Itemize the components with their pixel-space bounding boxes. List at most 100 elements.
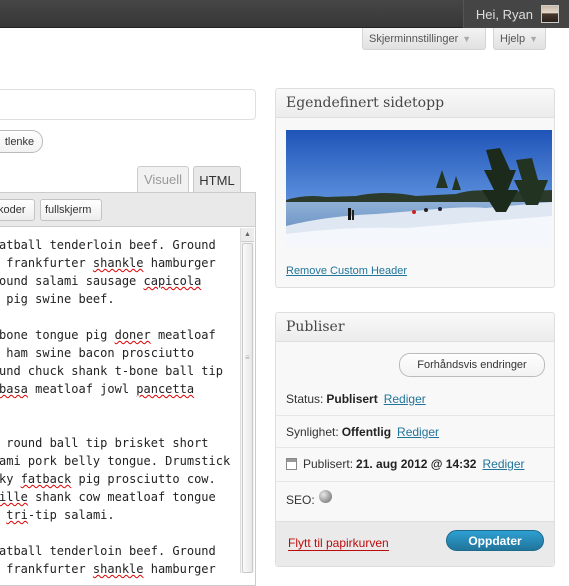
editor-text-segment: pig swine beef. (0, 292, 115, 306)
header-image-winter-lake (286, 130, 552, 247)
post-title-input[interactable] (0, 89, 256, 120)
move-to-trash-link[interactable]: Flytt til papirkurven (288, 536, 389, 551)
tab-visual[interactable]: Visuell (137, 166, 189, 192)
visibility-label: Synlighet: (286, 424, 339, 439)
editor-line: atball tenderloin beef. Ground (0, 236, 237, 254)
chevron-down-icon: ▼ (529, 33, 538, 44)
custom-header-title: Egendefinert sidetopp (276, 89, 554, 118)
calendar-icon (286, 457, 297, 470)
editor-line: bone tongue pig doner meatloaf (0, 326, 237, 344)
published-label: Publisert: (303, 456, 354, 471)
seo-status-dot-icon (318, 490, 332, 503)
editor-text-segment: und chuck shank t-bone ball tip (0, 364, 223, 378)
content-textarea[interactable]: atball tenderloin beef. Ground frankfurt… (0, 226, 256, 586)
misspelled-word: capicola (143, 274, 202, 288)
misspelled-word: pancetta (136, 382, 195, 396)
quicktags-toolbar: koder fullskjerm (0, 192, 256, 226)
editor-line: round ball tip brisket short (0, 434, 237, 452)
scroll-up-arrow-icon[interactable]: ▲ (241, 228, 254, 242)
update-button[interactable]: Oppdater (446, 530, 544, 551)
editor-line: und chuck shank t-bone ball tip (0, 362, 237, 380)
greeting: Hei, Ryan (475, 6, 533, 22)
publish-actions: Flytt til papirkurven Oppdater (276, 521, 554, 566)
screen-options-label: Skjerminnstillinger (369, 32, 459, 45)
grip-icon: ≡ (245, 353, 250, 362)
header-image (286, 130, 552, 247)
avatar (541, 5, 559, 23)
preview-changes-label: Forhåndsvis endringer (417, 359, 527, 371)
editor-line: frankfurter shankle hamburger (0, 254, 237, 272)
published-date-row: Publisert: 21. aug 2012 @ 14:32 Rediger (276, 447, 554, 479)
my-account-menu[interactable]: Hei, Ryan (462, 0, 569, 28)
visibility-value: Offentlig (341, 424, 392, 439)
status-value: Publisert (326, 392, 378, 406)
custom-header-box: Egendefinert sidetopp Remove Custom Head… (275, 88, 555, 288)
editor-text-segment: ky (0, 472, 21, 486)
editor-line: ham swine bacon prosciutto (0, 344, 237, 362)
status-label: Status: (286, 392, 324, 406)
editor-text-segment: hamburger (143, 256, 216, 270)
editor-line: atball tenderloin beef. Ground (0, 542, 237, 560)
editor-text-segment: meatloaf jowl (27, 382, 137, 396)
editor-line: ky fatback pig prosciutto cow. (0, 470, 237, 488)
editor-line: ille shank cow meatloaf tongue (0, 488, 237, 506)
editor-line: pig swine beef. (0, 290, 237, 308)
edit-visibility-link[interactable]: Rediger (397, 425, 439, 439)
publish-box: Publiser Forhåndsvis endringer Status: P… (275, 312, 555, 567)
scroll-thumb[interactable]: ≡ (242, 243, 253, 573)
insert-link-label: tlenke (4, 135, 35, 148)
editor-text-segment: round ball tip brisket short (0, 436, 209, 450)
editor-text-segment: pig prosciutto cow. (71, 472, 216, 486)
misspelled-word: tri (6, 508, 28, 522)
editor-text-segment: shank cow meatloaf tongue (27, 490, 216, 504)
seo-row: SEO: (276, 481, 554, 517)
edit-status-link[interactable]: Rediger (384, 392, 426, 406)
tab-visual-label: Visuell (143, 172, 183, 187)
remove-header-link[interactable]: Remove Custom Header (286, 265, 407, 277)
misspelled-word: doner (114, 328, 151, 342)
editor-line: frankfurter shankle hamburger (0, 560, 237, 578)
editor-text-segment: -tip salami. (27, 508, 115, 522)
editor-text-segment: frankfurter (0, 562, 93, 576)
chevron-down-icon: ▼ (462, 33, 472, 44)
editor-line: ound salami sausage capicola (0, 272, 237, 290)
remove-header-link-label: Remove Custom Header (286, 265, 408, 277)
editor-text-segment: ami pork belly tongue. Drumstick (0, 454, 231, 468)
editor-text-segment: ound salami sausage (0, 274, 144, 288)
help-label: Hjelp (500, 32, 526, 45)
code-button[interactable]: koder (0, 199, 35, 221)
insert-link-button[interactable]: tlenke (0, 130, 43, 153)
editor-text-segment: bone tongue pig (0, 328, 115, 342)
editor-text-segment: hamburger (143, 562, 216, 576)
editor-text-segment: atball tenderloin beef. Ground (0, 544, 216, 558)
fullscreen-button[interactable]: fullskjerm (40, 199, 102, 221)
tab-html[interactable]: HTML (193, 166, 241, 193)
visibility-row: Synlighet: Offentlig Rediger (276, 415, 554, 447)
editor-line: ami pork belly tongue. Drumstick (0, 452, 237, 470)
help-tab[interactable]: Hjelp ▼ (493, 28, 546, 50)
editor-text-segment: atball tenderloin beef. Ground (0, 238, 216, 252)
misspelled-word: basa (0, 382, 28, 396)
publish-title: Publiser (276, 313, 554, 342)
code-button-label: koder (0, 204, 26, 216)
screen-options-tab[interactable]: Skjerminnstillinger ▼ (362, 28, 486, 50)
misspelled-word: ille (0, 490, 28, 504)
tab-html-label: HTML (199, 172, 235, 188)
editor-text: atball tenderloin beef. Ground frankfurt… (0, 236, 237, 578)
editor-line: tri-tip salami. (0, 506, 237, 524)
editor-scrollbar[interactable]: ▲ ≡ (240, 228, 254, 573)
seo-label: SEO: (286, 492, 315, 507)
editor-text-segment: frankfurter (0, 256, 93, 270)
edit-date-link[interactable]: Rediger (482, 457, 524, 471)
admin-bar: Hei, Ryan (0, 0, 569, 28)
misspelled-word: shankle (92, 256, 144, 270)
misspelled-word: shankle (92, 562, 144, 576)
status-row: Status: Publisert Rediger (276, 383, 554, 415)
preview-changes-button[interactable]: Forhåndsvis endringer (399, 353, 545, 377)
editor-text-segment: ham swine bacon prosciutto (0, 346, 195, 360)
fullscreen-button-label: fullskjerm (45, 204, 92, 216)
misspelled-word: fatback (20, 472, 72, 486)
published-value: 21. aug 2012 @ 14:32 (356, 456, 477, 471)
